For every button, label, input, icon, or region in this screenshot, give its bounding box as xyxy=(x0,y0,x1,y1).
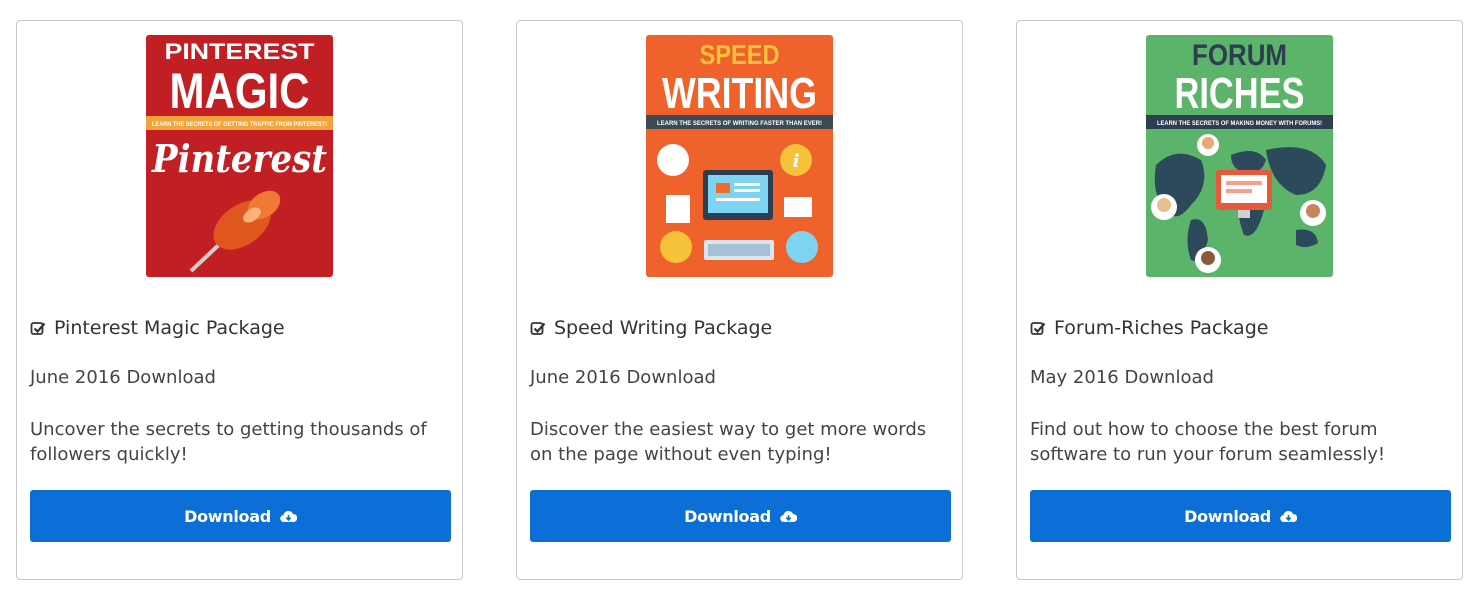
monitor-icon xyxy=(703,170,773,220)
cloud-download-icon xyxy=(780,510,797,522)
product-description: Discover the easiest way to get more wor… xyxy=(530,419,927,465)
pinterest-magic-cover-image: PINTEREST MAGIC LEARN THE SECRETS OF GET… xyxy=(146,35,333,277)
cloud-download-icon xyxy=(280,510,297,522)
document-icon xyxy=(666,195,690,223)
cover-line2: WRITING xyxy=(662,69,817,118)
cover-brand: Pinterest xyxy=(151,136,327,181)
download-button[interactable]: Download xyxy=(30,490,451,542)
svg-text:i: i xyxy=(793,151,800,172)
thumbs-up-icon xyxy=(660,231,692,263)
open-book-icon xyxy=(784,197,812,217)
download-button-label: Download xyxy=(184,506,271,526)
product-title: Forum-Riches Package xyxy=(1054,317,1269,339)
cover-line2: RICHES xyxy=(1175,69,1305,118)
cover-line1: FORUM xyxy=(1192,39,1287,72)
check-square-icon xyxy=(1030,322,1046,335)
title-row: Pinterest Magic Package xyxy=(30,317,285,339)
product-card-pinterest-magic: PINTEREST MAGIC LEARN THE SECRETS OF GET… xyxy=(16,20,463,580)
check-square-icon xyxy=(530,322,546,335)
release-date: June 2016 Download xyxy=(30,367,216,388)
title-row: Forum-Riches Package xyxy=(1030,317,1268,339)
download-button-label: Download xyxy=(1184,506,1271,526)
person-desk-icon xyxy=(657,144,689,176)
product-description: Uncover the secrets to getting thousands… xyxy=(30,419,427,465)
download-button[interactable]: Download xyxy=(530,490,951,542)
product-grid: PINTEREST MAGIC LEARN THE SECRETS OF GET… xyxy=(0,0,1481,609)
download-button-label: Download xyxy=(684,506,771,526)
product-card-speed-writing: SPEED WRITING LEARN THE SECRETS OF WRITI… xyxy=(516,20,963,580)
cover-tagline: LEARN THE SECRETS OF MAKING MONEY WITH F… xyxy=(1157,121,1322,127)
title-row: Speed Writing Package xyxy=(530,317,772,339)
release-date: June 2016 Download xyxy=(530,367,716,388)
release-date: May 2016 Download xyxy=(1030,367,1214,388)
cover-line2: MAGIC xyxy=(170,63,310,119)
forum-riches-cover-image: FORUM RICHES LEARN THE SECRETS OF MAKING… xyxy=(1146,35,1333,277)
keyboard-icon xyxy=(704,240,774,260)
cover-line1: PINTEREST xyxy=(165,39,316,64)
speed-writing-cover-image: SPEED WRITING LEARN THE SECRETS OF WRITI… xyxy=(646,35,833,277)
cover-tagline: LEARN THE SECRETS OF WRITING FASTER THAN… xyxy=(657,121,822,127)
download-button[interactable]: Download xyxy=(1030,490,1451,542)
product-title: Speed Writing Package xyxy=(554,317,773,339)
product-title: Pinterest Magic Package xyxy=(54,317,285,339)
brain-icon xyxy=(786,231,818,263)
product-description: Find out how to choose the best forum so… xyxy=(1030,419,1386,465)
cloud-download-icon xyxy=(1280,510,1297,522)
cover-tagline: LEARN THE SECRETS OF GETTING TRAFFIC FRO… xyxy=(152,122,327,128)
product-card-forum-riches: FORUM RICHES LEARN THE SECRETS OF MAKING… xyxy=(1016,20,1463,580)
check-square-icon xyxy=(30,322,46,335)
cover-line1: SPEED xyxy=(700,39,780,70)
